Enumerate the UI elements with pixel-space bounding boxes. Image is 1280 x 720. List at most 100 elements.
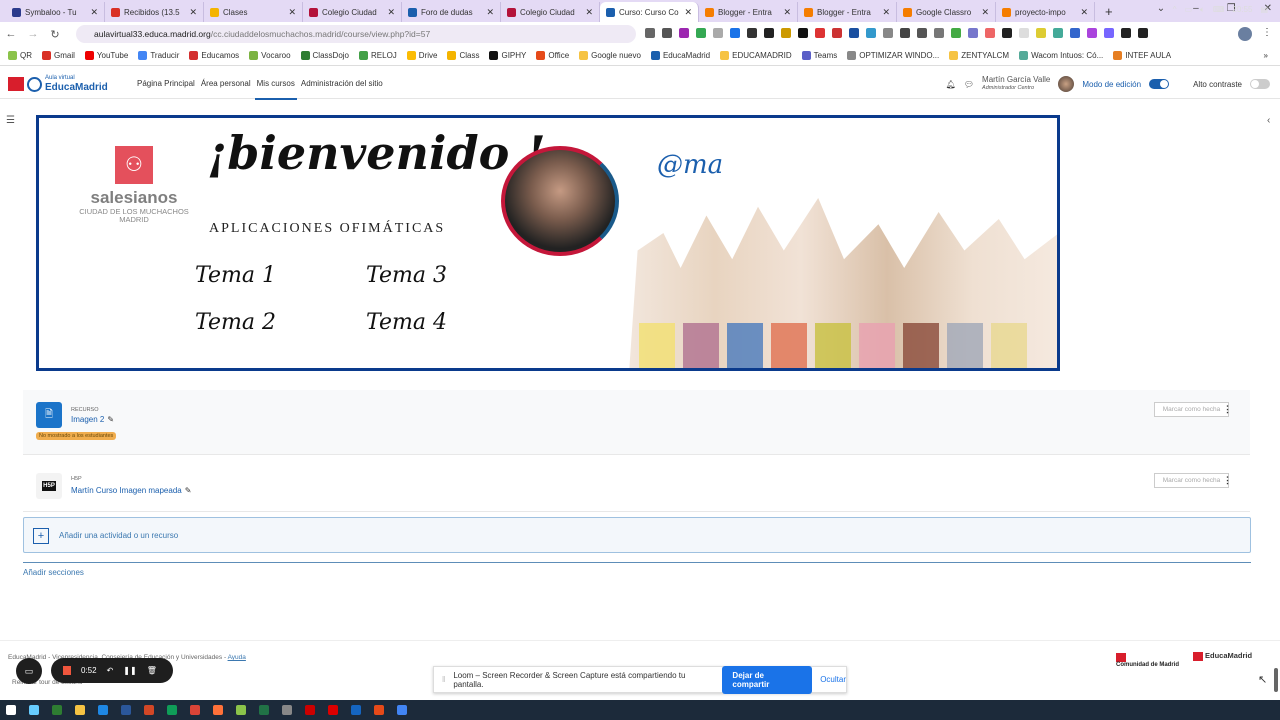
taskbar-app-icon[interactable] [236,705,246,715]
extension-icon[interactable] [730,28,740,38]
educamadrid-logo[interactable]: Aula virtual EducaMadrid [8,75,108,93]
taskbar-app-icon[interactable] [328,705,338,715]
taskbar-app-icon[interactable] [98,705,108,715]
mark-done-button[interactable]: Marcar como hecha [1154,473,1229,488]
browser-tab[interactable]: Colegio Ciudad ✕ [303,2,402,22]
extension-icon[interactable] [934,28,944,38]
nav-administracion[interactable]: Administración del sitio [301,79,383,88]
edit-mode-toggle[interactable] [1149,79,1170,89]
avatar[interactable] [1058,76,1075,92]
extension-icon[interactable] [883,28,893,38]
tab-close-icon[interactable]: ✕ [1080,7,1088,18]
stop-recording-button[interactable] [63,666,71,675]
tray-chevron-icon[interactable]: ^ [1173,5,1177,15]
bookmark-item[interactable]: Office [536,51,569,60]
nav-pagina-principal[interactable]: Página Principal [137,79,195,88]
bookmark-item[interactable]: GIPHY [489,51,526,60]
bookmark-item[interactable]: Gmail [42,51,75,60]
taskbar-app-icon[interactable] [374,705,384,715]
browser-tab[interactable]: Colegio Ciudad ✕ [501,2,600,22]
keyboard-icon[interactable]: ⌨ [1213,5,1225,15]
extension-icon[interactable] [968,28,978,38]
tab-close-icon[interactable]: ✕ [882,7,890,18]
messages-icon[interactable]: 💬︎ [964,80,974,89]
extension-icon[interactable] [764,28,774,38]
network-icon[interactable]: ▭ [1184,5,1192,15]
tab-close-icon[interactable]: ✕ [783,7,791,18]
reload-icon[interactable]: ↻ [44,28,66,41]
tab-close-icon[interactable]: ✕ [981,7,989,18]
browser-tab[interactable]: Clases ✕ [204,2,303,22]
stop-sharing-button[interactable]: Dejar de compartir [722,665,813,694]
bookmark-item[interactable]: INTEF AULA [1113,51,1171,60]
taskbar-app-icon[interactable] [351,705,361,715]
taskbar-app-icon[interactable] [213,705,223,715]
bookmark-item[interactable]: QR [8,51,32,60]
taskbar-app-icon[interactable] [29,705,39,715]
bookmark-item[interactable]: YouTube [84,51,128,60]
add-activity-button[interactable]: + Añadir una actividad o un recurso [23,517,1251,553]
extension-icon[interactable] [1138,28,1148,38]
profile-avatar[interactable] [1238,27,1252,41]
tab-close-icon[interactable]: ✕ [585,7,593,18]
taskbar-app-icon[interactable] [52,705,62,715]
taskbar-app-icon[interactable] [259,705,269,715]
back-icon[interactable]: ← [0,28,22,40]
tab-close-icon[interactable]: ✕ [288,7,296,18]
browser-tab[interactable]: Blogger - Entra ✕ [798,2,897,22]
tab-close-icon[interactable]: ✕ [486,7,494,18]
activity-name[interactable]: Imagen 2 [71,415,104,424]
notifications-center-icon[interactable]: ▤ [1260,5,1268,15]
extension-icon[interactable] [849,28,859,38]
extension-icon[interactable] [1002,28,1012,38]
extension-icon[interactable] [917,28,927,38]
bookmark-item[interactable]: Wacom Intuos: Có... [1019,51,1103,60]
pause-icon[interactable]: ❚❚ [123,666,136,675]
url-input[interactable]: aulavirtual33.educa.madrid.org/cc.ciudad… [76,25,636,43]
add-sections-link[interactable]: Añadir secciones [23,568,84,577]
activity-link[interactable]: Martín Curso Imagen mapeada ✎ [71,486,191,495]
extension-icon[interactable] [1121,28,1131,38]
block-drawer-toggle-icon[interactable]: ‹ [1267,115,1270,126]
bookmark-item[interactable]: Traducir [138,51,179,60]
extension-icon[interactable] [645,28,655,38]
browser-tab[interactable]: Blogger - Entra ✕ [699,2,798,22]
activity-name[interactable]: Martín Curso Imagen mapeada [71,486,182,495]
browser-tab[interactable]: Curso: Curso Co ✕ [600,2,699,22]
tab-close-icon[interactable]: ✕ [684,7,692,18]
tab-close-icon[interactable]: ✕ [90,7,98,18]
loom-camera-button[interactable]: ▭ [16,658,42,684]
extension-icon[interactable] [747,28,757,38]
notifications-icon[interactable]: 🔔︎ [946,80,956,89]
browser-tab[interactable]: Foro de dudas ✕ [402,2,501,22]
volume-icon[interactable]: 🔈︎ [1200,5,1205,15]
bookmark-item[interactable]: EducaMadrid [650,51,710,60]
browser-tab[interactable]: Recibidos (13.5 ✕ [105,2,204,22]
extension-icon[interactable] [1087,28,1097,38]
edit-title-pencil-icon[interactable]: ✎ [185,486,192,495]
browser-tab[interactable]: Google Classro ✕ [897,2,996,22]
extension-icon[interactable] [1104,28,1114,38]
drag-handle[interactable]: ‖ [442,675,445,684]
extension-icon[interactable] [1053,28,1063,38]
bookmark-item[interactable]: Class [447,51,479,60]
high-contrast-toggle[interactable] [1250,79,1270,89]
help-link[interactable]: Ayuda [228,654,246,661]
taskbar-app-icon[interactable] [282,705,292,715]
extension-icon[interactable] [781,28,791,38]
extension-icon[interactable] [662,28,672,38]
taskbar-app-icon[interactable] [397,705,407,715]
nav-area-personal[interactable]: Área personal [201,79,251,88]
bookmark-item[interactable]: ZENTYALCM [949,51,1009,60]
nav-mis-cursos[interactable]: Mis cursos [254,79,298,100]
extension-icon[interactable] [815,28,825,38]
bookmark-item[interactable]: RELOJ [359,51,397,60]
extension-icon[interactable] [832,28,842,38]
browser-menu-icon[interactable]: ⋮ [1262,27,1272,38]
restart-icon[interactable]: ↶ [107,666,114,675]
scrollbar[interactable] [1274,668,1278,692]
user-menu[interactable]: Martín García Valle Administrador Centro [982,76,1050,92]
bookmark-item[interactable]: Educamos [189,51,239,60]
taskbar-app-icon[interactable] [167,705,177,715]
activity-actions-menu-icon[interactable]: ⋮ [1223,475,1232,486]
